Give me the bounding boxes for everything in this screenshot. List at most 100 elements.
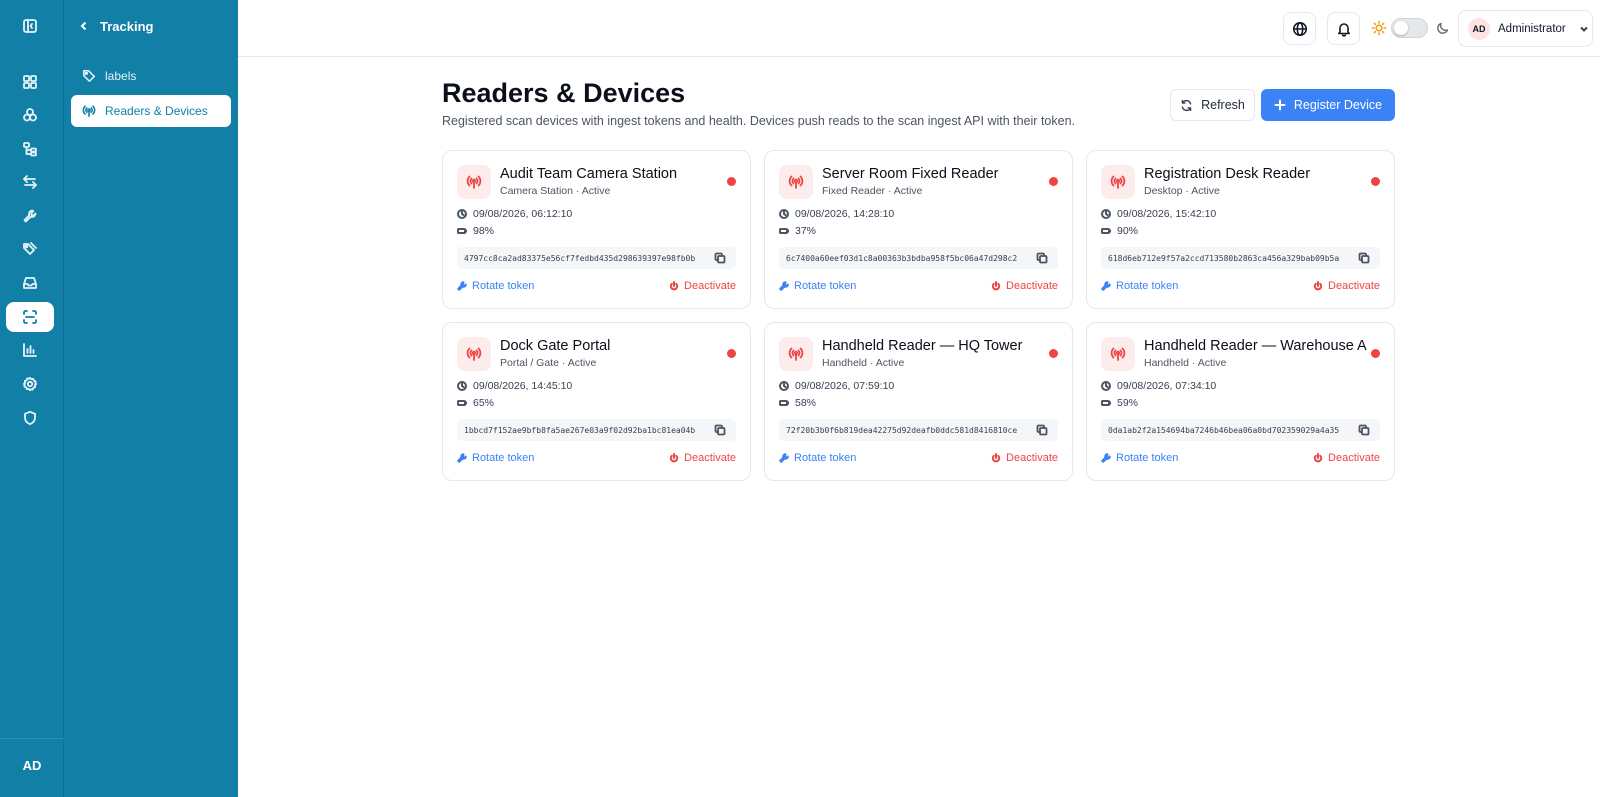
subnav-item-labels[interactable]: labels xyxy=(71,60,231,92)
battery-row: 58% xyxy=(779,396,816,410)
device-name: Dock Gate Portal xyxy=(500,338,611,354)
antenna-icon xyxy=(466,347,482,361)
clock-icon xyxy=(1101,209,1111,219)
tags-icon[interactable] xyxy=(6,234,54,264)
antenna-icon xyxy=(1110,175,1126,189)
user-name: Administrator xyxy=(1498,22,1566,35)
antenna-icon xyxy=(788,347,804,361)
subnav-item-readers-devices[interactable]: Readers & Devices xyxy=(71,95,231,127)
bell-icon xyxy=(1337,22,1350,37)
device-card: Handheld Reader — Warehouse A Handheld ·… xyxy=(1086,322,1395,481)
register-device-label: Register Device xyxy=(1293,98,1383,112)
health-status-dot xyxy=(1049,349,1058,358)
key-icon xyxy=(457,281,467,291)
antenna-icon xyxy=(466,175,482,189)
device-icon-box xyxy=(457,165,491,199)
user-avatar[interactable]: AD xyxy=(0,758,64,773)
last-seen-row: 09/08/2026, 06:12:10 xyxy=(457,207,572,221)
copy-token-button[interactable] xyxy=(1358,252,1370,264)
device-type-status: Desktop · Active xyxy=(1144,185,1220,197)
transfer-icon[interactable] xyxy=(6,167,54,197)
power-icon xyxy=(669,281,679,291)
sun-icon xyxy=(1371,20,1387,36)
device-grid: Audit Team Camera Station Camera Station… xyxy=(442,150,1396,481)
scan-icon[interactable] xyxy=(6,302,54,332)
rotate-token-button[interactable]: Rotate token xyxy=(457,279,534,293)
subnav-back[interactable]: Tracking xyxy=(78,17,153,35)
antenna-icon xyxy=(82,105,96,118)
dashboard-icon[interactable] xyxy=(6,67,54,97)
power-icon xyxy=(1313,453,1323,463)
copy-token-button[interactable] xyxy=(1036,252,1048,264)
notifications-button[interactable] xyxy=(1327,12,1360,45)
deactivate-button[interactable]: Deactivate xyxy=(991,451,1058,465)
battery-row: 37% xyxy=(779,224,816,238)
rotate-token-button[interactable]: Rotate token xyxy=(1101,451,1178,465)
deactivate-button[interactable]: Deactivate xyxy=(669,279,736,293)
refresh-button[interactable]: Refresh xyxy=(1170,89,1255,121)
copy-token-button[interactable] xyxy=(1036,424,1048,436)
wrench-icon[interactable] xyxy=(6,201,54,231)
shield-icon[interactable] xyxy=(6,403,54,433)
device-card: Handheld Reader — HQ Tower Handheld · Ac… xyxy=(764,322,1073,481)
rotate-token-button[interactable]: Rotate token xyxy=(779,279,856,293)
device-type-status: Portal / Gate · Active xyxy=(500,357,597,369)
reports-icon[interactable] xyxy=(6,335,54,365)
copy-icon xyxy=(1358,252,1370,264)
copy-token-button[interactable] xyxy=(714,252,726,264)
deactivate-label: Deactivate xyxy=(1006,280,1058,292)
clock-icon xyxy=(457,209,467,219)
avatar: AD xyxy=(1468,17,1490,40)
key-icon xyxy=(1101,453,1111,463)
copy-token-button[interactable] xyxy=(714,424,726,436)
rotate-token-label: Rotate token xyxy=(794,280,857,292)
device-name: Server Room Fixed Reader xyxy=(822,166,999,182)
settings-icon[interactable] xyxy=(6,369,54,399)
device-icon-box xyxy=(1101,337,1135,371)
device-card: Server Room Fixed Reader Fixed Reader · … xyxy=(764,150,1073,309)
theme-toggle[interactable] xyxy=(1391,18,1428,38)
device-icon-box xyxy=(779,165,813,199)
health-status-dot xyxy=(727,177,736,186)
ingest-token: 72f20b3b0f6b819dea42275d92deafb0ddc581d8… xyxy=(779,419,1058,441)
assets-icon[interactable] xyxy=(6,100,54,130)
device-name: Handheld Reader — HQ Tower xyxy=(822,338,1023,354)
token-value: 6c7400a60eef03d1c8a00363b3bdba958f5bc06a… xyxy=(786,253,1018,263)
toggle-knob xyxy=(1394,21,1408,35)
rotate-token-button[interactable]: Rotate token xyxy=(457,451,534,465)
last-seen-row: 09/08/2026, 07:34:10 xyxy=(1101,379,1216,393)
hierarchy-icon[interactable] xyxy=(6,134,54,164)
user-menu[interactable]: AD Administrator xyxy=(1458,10,1593,47)
rotate-token-label: Rotate token xyxy=(472,452,535,464)
token-value: 4797cc8ca2ad83375e56cf7fedbd435d29863939… xyxy=(464,253,696,263)
clock-icon xyxy=(1101,381,1111,391)
battery-level: 58% xyxy=(795,397,817,409)
antenna-icon xyxy=(1110,347,1126,361)
battery-icon xyxy=(1101,228,1111,234)
last-seen: 09/08/2026, 07:34:10 xyxy=(1117,380,1217,392)
copy-icon xyxy=(1358,424,1370,436)
rotate-token-button[interactable]: Rotate token xyxy=(1101,279,1178,293)
copy-icon xyxy=(714,252,726,264)
deactivate-button[interactable]: Deactivate xyxy=(991,279,1058,293)
sidebar-toggle-icon[interactable] xyxy=(6,11,54,41)
register-device-button[interactable]: Register Device xyxy=(1261,89,1395,121)
battery-row: 98% xyxy=(457,224,494,238)
inbox-icon[interactable] xyxy=(6,268,54,298)
deactivate-button[interactable]: Deactivate xyxy=(1313,451,1380,465)
key-icon xyxy=(457,453,467,463)
device-type-status: Handheld · Active xyxy=(822,357,905,369)
deactivate-button[interactable]: Deactivate xyxy=(1313,279,1380,293)
last-seen: 09/08/2026, 14:28:10 xyxy=(795,208,895,220)
battery-level: 98% xyxy=(473,225,495,237)
language-button[interactable] xyxy=(1283,12,1316,45)
deactivate-label: Deactivate xyxy=(1006,452,1058,464)
refresh-icon xyxy=(1181,99,1192,111)
plus-icon xyxy=(1274,99,1286,111)
rotate-token-button[interactable]: Rotate token xyxy=(779,451,856,465)
copy-token-button[interactable] xyxy=(1358,424,1370,436)
rotate-token-label: Rotate token xyxy=(794,452,857,464)
rotate-token-label: Rotate token xyxy=(1116,452,1179,464)
power-icon xyxy=(1313,281,1323,291)
deactivate-button[interactable]: Deactivate xyxy=(669,451,736,465)
